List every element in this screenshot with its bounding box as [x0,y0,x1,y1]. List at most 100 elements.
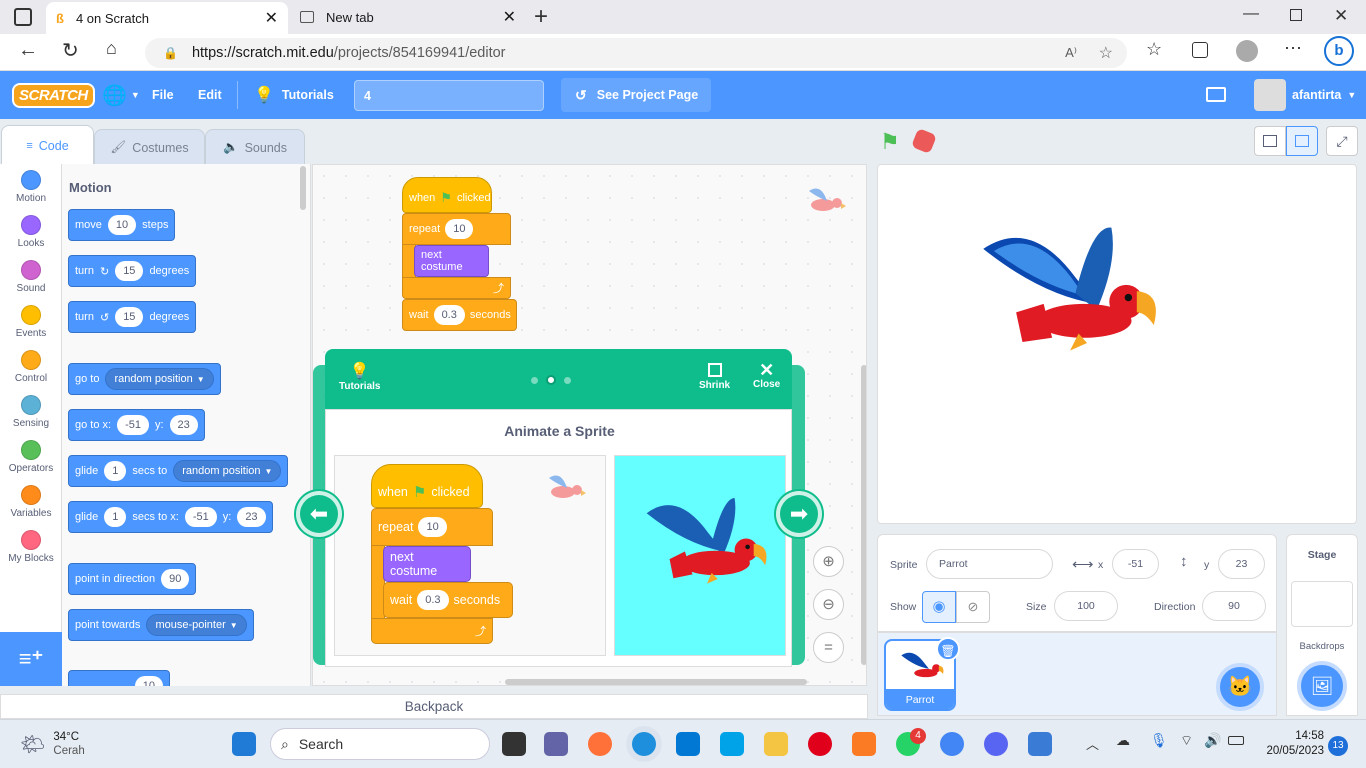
normal-stage-button[interactable] [1286,126,1318,156]
firefox-icon[interactable] [588,732,612,756]
stage-parrot-sprite[interactable] [978,213,1158,363]
step-dot[interactable] [531,376,538,384]
stop-button[interactable] [910,127,938,155]
secs-input[interactable]: 1 [104,507,127,527]
favorites-icon[interactable]: ☆ [1146,39,1162,60]
tab-costumes[interactable]: 🖌 Costumes [94,129,205,165]
block-point-towards[interactable]: point towards mouse-pointer ▼ [68,609,254,641]
go-to-dropdown[interactable]: random position ▼ [105,368,214,390]
add-extension-button[interactable]: ≡⁺ [0,632,62,686]
file-menu[interactable]: File [152,71,174,119]
refresh-icon[interactable]: ↻ [62,38,79,63]
mail-icon[interactable] [676,732,700,756]
read-aloud-icon[interactable]: A⁾ [1065,45,1077,61]
repeat-count-input[interactable]: 10 [445,219,474,239]
block-wait[interactable]: wait 0.3 seconds [402,299,517,331]
category-motion[interactable]: Motion [0,170,62,204]
tray-chevron-icon[interactable]: ︿ [1086,734,1099,753]
minimize-icon[interactable]: — [1243,5,1259,23]
direction-input[interactable]: 90 [161,569,190,589]
back-icon[interactable]: ← [18,39,38,62]
profile-avatar[interactable] [1236,40,1258,62]
category-sound[interactable]: Sound [0,260,62,294]
browser-tab-scratch[interactable]: ß 4 on Scratch ✕ [46,2,288,34]
xampp-icon[interactable] [852,732,876,756]
wifi-icon[interactable]: ⌔ [1180,732,1193,750]
y-input[interactable]: 23 [237,507,266,527]
y-position-input[interactable]: 23 [1218,549,1265,579]
block-point-in-direction[interactable]: point in direction 90 [68,563,197,595]
green-flag-button[interactable]: ⚑ [880,129,900,155]
block-partial[interactable]: 10 [68,670,170,686]
size-input[interactable]: 100 [1054,591,1118,621]
glide-dropdown[interactable]: random position ▼ [173,460,282,482]
taskbar-search[interactable]: ⌕ Search [270,728,490,760]
category-events[interactable]: Events [0,305,62,339]
x-input[interactable]: -51 [117,415,149,435]
sprite-name-input[interactable]: Parrot [926,549,1053,579]
hide-sprite-button[interactable]: ⊘ [956,591,990,623]
microphone-icon[interactable]: 🎙 [1150,732,1168,749]
stage-canvas[interactable] [877,164,1357,524]
restore-icon[interactable] [1290,9,1302,21]
block-repeat[interactable]: repeat 10 [402,213,511,245]
value-input[interactable]: 10 [134,676,163,686]
browser-tab-newtab[interactable]: New tab ✕ [290,0,526,34]
direction-input[interactable]: 90 [1202,591,1266,621]
block-go-to-xy[interactable]: go to x: -51 y: 23 [68,409,205,441]
chrome-icon[interactable] [940,732,964,756]
palette-scrollbar[interactable] [300,166,306,210]
scratch-logo[interactable]: SCRATCH [12,71,95,119]
x-position-input[interactable]: -51 [1112,549,1159,579]
secs-input[interactable]: 1 [104,461,127,481]
next-step-button[interactable]: ➡ [776,491,822,537]
block-glide-xy[interactable]: glide 1 secs to x: -51 y: 23 [68,501,273,533]
step-dot[interactable] [564,376,571,384]
show-sprite-button[interactable]: ◉ [922,591,956,623]
category-looks[interactable]: Looks [0,215,62,249]
tray-cloud-icon[interactable]: ☁ [1116,732,1130,749]
category-operators[interactable]: Operators [0,440,62,474]
y-input[interactable]: 23 [169,415,198,435]
block-next-costume[interactable]: next costume [414,245,489,277]
category-control[interactable]: Control [0,350,62,384]
favorite-add-icon[interactable]: ☆ [1099,43,1113,63]
url-input[interactable]: 🔒 https://scratch.mit.edu/projects/85416… [145,38,1127,68]
launcher-l-icon[interactable] [720,732,744,756]
close-tab-icon[interactable]: ✕ [503,7,516,27]
edit-menu[interactable]: Edit [198,71,222,119]
close-window-icon[interactable]: ✕ [1334,6,1348,26]
battery-icon[interactable] [1228,736,1244,745]
clock[interactable]: 14:58 20/05/2023 [1256,729,1324,759]
teams-icon[interactable] [544,732,568,756]
language-menu[interactable]: 🌐 ▼ [102,71,140,119]
file-explorer-icon[interactable] [764,732,788,756]
project-title-input[interactable]: 4 [354,80,544,111]
degrees-input[interactable]: 15 [115,307,144,327]
see-project-page-button[interactable]: ↺ See Project Page [561,78,711,112]
discord-icon[interactable] [984,732,1008,756]
shrink-button[interactable]: Shrink [699,363,730,391]
x-input[interactable]: -51 [184,507,217,527]
block-go-to[interactable]: go to random position ▼ [68,363,221,395]
step-dot-active[interactable] [546,375,556,385]
close-tab-icon[interactable]: ✕ [265,8,278,28]
block-move-steps[interactable]: move 10 steps [68,209,176,241]
stage-thumbnail[interactable] [1291,581,1353,627]
previous-step-button[interactable]: ⬅ [296,491,342,537]
fullscreen-button[interactable]: ⤢ [1326,126,1358,156]
bing-icon[interactable]: b [1324,36,1354,66]
zoom-out-button[interactable]: ⊖ [813,589,844,620]
steps-input[interactable]: 10 [107,215,137,235]
start-icon[interactable] [232,732,256,756]
opera-icon[interactable] [808,732,832,756]
block-when-flag-clicked[interactable]: when ⚑ clicked [402,177,492,213]
photos-icon[interactable] [1028,732,1052,756]
tab-sounds[interactable]: 🔈 Sounds [205,129,305,165]
task-view-icon[interactable] [502,732,526,756]
collections-icon[interactable] [1192,42,1208,58]
stage-selector-panel[interactable]: Stage Backdrops 🖼 [1286,534,1358,716]
workspace-vscrollbar[interactable] [861,365,866,665]
notification-badge[interactable]: 13 [1328,736,1348,756]
delete-sprite-button[interactable]: 🗑 [936,637,960,661]
